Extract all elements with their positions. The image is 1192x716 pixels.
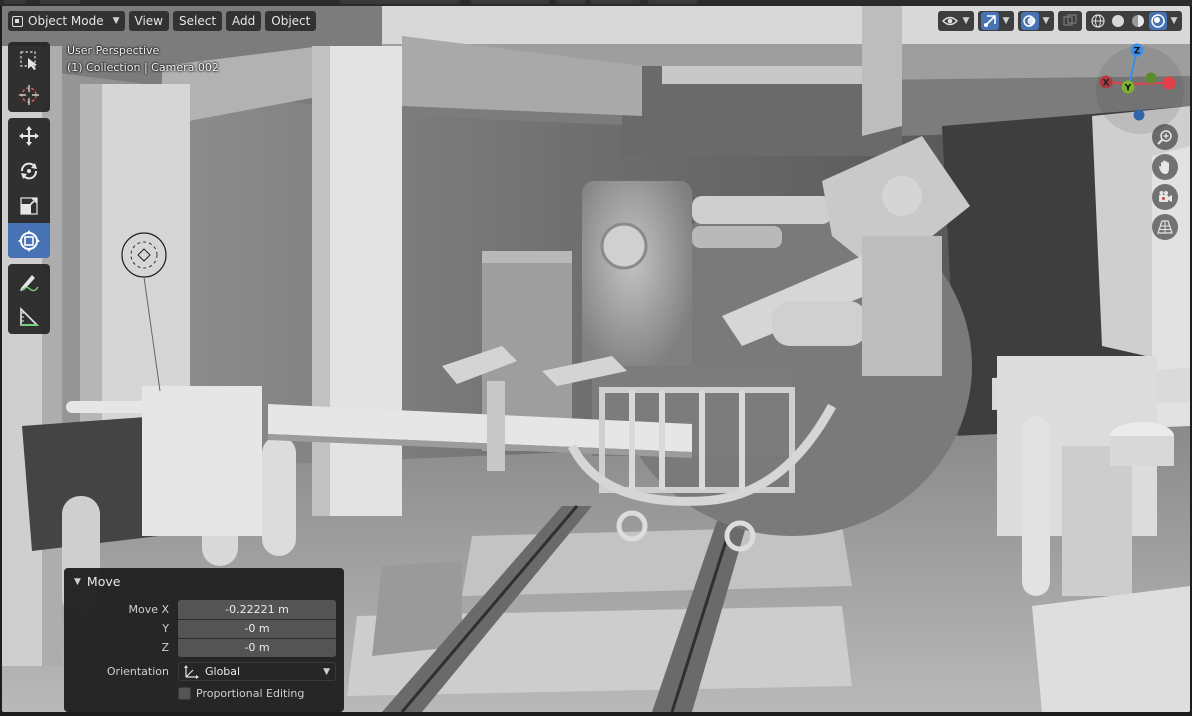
orientation-select[interactable]: Global ▼ <box>178 662 336 681</box>
orientation-label: Orientation <box>106 665 169 678</box>
gizmo-x-label: X <box>1103 79 1110 89</box>
chevron-down-icon: ▼ <box>323 666 330 677</box>
measure-icon[interactable] <box>8 299 50 334</box>
wireframe-shading-icon[interactable] <box>1089 12 1107 30</box>
mode-label: Object Mode <box>28 14 104 28</box>
solid-shading-icon[interactable] <box>1109 12 1127 30</box>
transform-icon[interactable] <box>8 223 50 258</box>
move-x-row: Move X -0.22221 m <box>64 600 344 619</box>
chevron-down-icon[interactable]: ▼ <box>961 16 971 26</box>
gizmo-neg-y <box>1145 72 1157 84</box>
chevron-down-icon[interactable]: ▼ <box>1001 16 1011 26</box>
menu-select[interactable]: Select <box>173 11 223 31</box>
rotate-icon[interactable] <box>8 153 50 188</box>
tool-group-transform <box>8 118 50 258</box>
ortho-grid-icon[interactable] <box>1152 214 1178 240</box>
collapse-triangle-icon[interactable]: ▼ <box>74 577 81 587</box>
camera-view-icon[interactable] <box>1152 184 1178 210</box>
gizmo-z-label: Z <box>1134 47 1141 57</box>
object-mode-icon <box>12 15 23 27</box>
annotate-icon[interactable] <box>8 264 50 299</box>
viewport-info: User Perspective (1) Collection | Camera… <box>67 42 219 76</box>
zoom-icon[interactable] <box>1152 124 1178 150</box>
navigation-buttons <box>1152 124 1182 244</box>
orientation-row: Orientation Global ▼ <box>64 662 344 681</box>
rendered-shading-icon[interactable] <box>1149 12 1167 30</box>
orientation-axes-icon <box>184 664 199 679</box>
xray-icon[interactable] <box>1061 12 1079 30</box>
menu-object[interactable]: Object <box>265 11 317 31</box>
move-x-label: Move X <box>128 603 169 616</box>
overlays-group: ▼ <box>1018 11 1054 31</box>
perspective-label: User Perspective <box>67 44 160 57</box>
move-x-field[interactable]: -0.22221 m <box>178 600 336 619</box>
mode-selector[interactable]: Object Mode ▼ <box>8 11 125 31</box>
proportional-editing-toggle[interactable]: Proportional Editing <box>178 687 304 700</box>
move-z-label: Z <box>161 641 169 654</box>
xray-group <box>1058 11 1082 31</box>
move-y-label: Y <box>162 622 169 635</box>
move-z-row: Z -0 m <box>64 638 344 657</box>
pan-hand-icon[interactable] <box>1152 154 1178 180</box>
scale-icon[interactable] <box>8 188 50 223</box>
menu-add[interactable]: Add <box>226 11 262 31</box>
3d-viewport[interactable]: Object Mode ▼ View Select Add Object ▼ ▼ <box>2 6 1190 712</box>
proportional-editing-label: Proportional Editing <box>196 687 305 700</box>
shading-group: ▼ <box>1086 11 1182 31</box>
collection-label: (1) Collection | Camera.002 <box>67 61 219 74</box>
chevron-down-icon: ▼ <box>112 16 120 26</box>
viewport-header-right: ▼ ▼ ▼ ▼ <box>938 10 1182 32</box>
move-z-field[interactable]: -0 m <box>178 638 336 657</box>
orientation-value: Global <box>205 665 241 678</box>
visibility-eye-icon[interactable] <box>941 12 959 30</box>
overlays-icon[interactable] <box>1021 12 1039 30</box>
move-y-row: Y -0 m <box>64 619 344 638</box>
chevron-down-icon[interactable]: ▼ <box>1169 16 1179 26</box>
chevron-down-icon[interactable]: ▼ <box>1041 16 1051 26</box>
gizmo-pos-x <box>1162 76 1176 90</box>
last-operator-panel[interactable]: ▼ Move Move X -0.22221 m Y -0 m Z -0 m O… <box>64 568 344 712</box>
gizmo-y-label: Y <box>1124 84 1132 94</box>
tool-shelf <box>8 42 52 340</box>
menu-view[interactable]: View <box>128 11 169 31</box>
panel-title: Move <box>86 574 121 589</box>
move-y-field[interactable]: -0 m <box>178 619 336 638</box>
gizmo-group: ▼ <box>978 11 1014 31</box>
tool-group-select <box>8 42 50 112</box>
viewport-header: Object Mode ▼ View Select Add Object <box>8 10 317 32</box>
panel-header[interactable]: ▼ Move <box>74 574 120 589</box>
visibility-group: ▼ <box>938 11 974 31</box>
gizmo-neg-z <box>1133 109 1145 121</box>
move-icon[interactable] <box>8 118 50 153</box>
tool-group-annotate <box>8 264 50 334</box>
gizmo-toggle-icon[interactable] <box>981 12 999 30</box>
material-preview-icon[interactable] <box>1129 12 1147 30</box>
proportional-editing-checkbox[interactable] <box>178 687 191 700</box>
select-box-icon[interactable] <box>8 42 50 77</box>
blender-window: Object Mode ▼ View Select Add Object ▼ ▼ <box>0 0 1192 716</box>
cursor-icon[interactable] <box>8 77 50 112</box>
